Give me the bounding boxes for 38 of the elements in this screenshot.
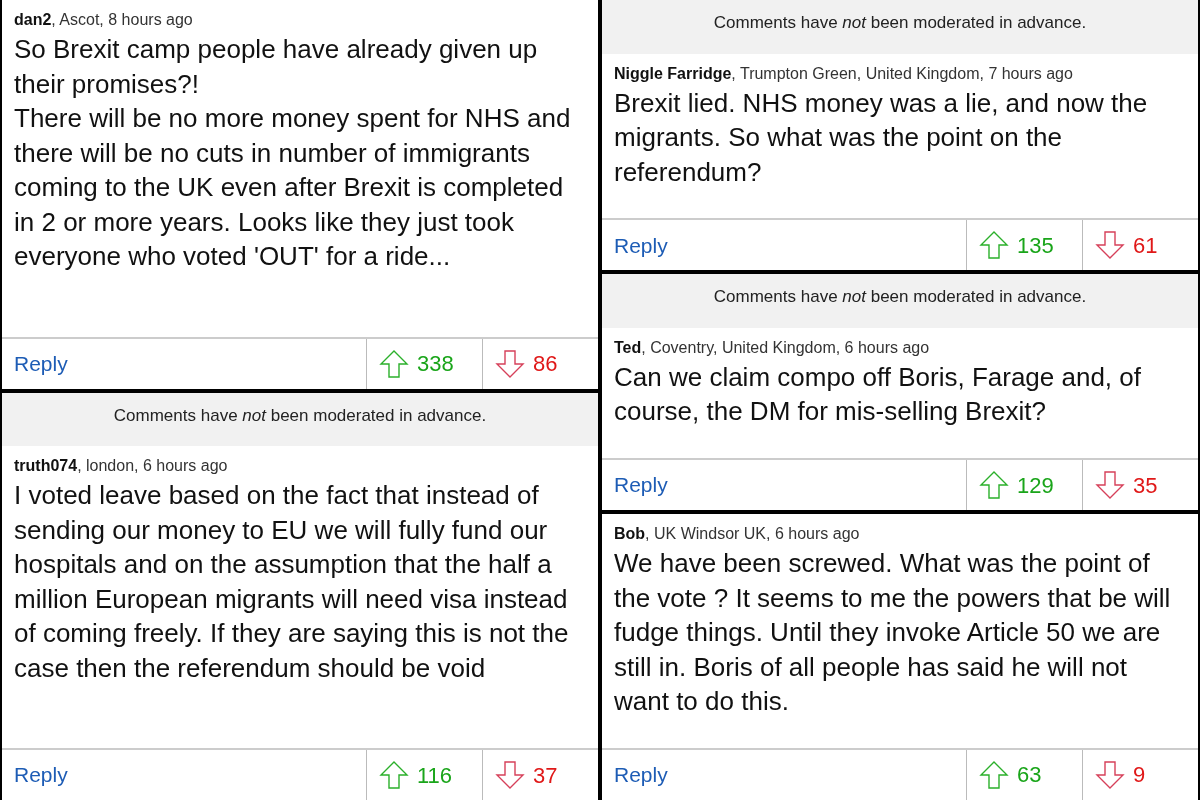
reply-link[interactable]: Reply — [602, 750, 966, 800]
downvote-button[interactable]: 37 — [482, 750, 588, 800]
upvote-button[interactable]: 63 — [966, 750, 1082, 800]
up-arrow-icon — [379, 760, 409, 790]
comment-text: Brexit lied. NHS money was a lie, and now the migrants. So what was the point on the referendum? — [613, 86, 1149, 189]
up-arrow-icon — [979, 230, 1009, 261]
down-arrow-icon — [1095, 470, 1125, 501]
down-arrow-icon — [495, 760, 525, 790]
up-arrow-icon — [979, 760, 1009, 790]
downvote-button[interactable]: 86 — [482, 338, 588, 389]
comment-text: We have been screwed. What was the point of the vote ? It seems to me the powers that be will fudge things. Until they invoke Article 50 we are still in. Boris of all people has said he will not want to do this. — [613, 547, 1172, 719]
down-arrow-icon — [1095, 760, 1125, 790]
downvote-button[interactable]: 35 — [1082, 460, 1188, 511]
reply-link[interactable]: Reply — [2, 338, 366, 389]
upvote-button[interactable]: 338 — [366, 338, 482, 389]
down-arrow-icon — [1095, 230, 1125, 261]
upvote-button[interactable]: 116 — [366, 750, 482, 800]
down-arrow-icon — [495, 348, 525, 379]
comment-meta: Niggle Farridge, Trumpton Green, United Kingdom, 7 hours ago — [613, 63, 1074, 84]
comment-meta: Ted, Coventry, United Kingdom, 6 hours ago — [613, 337, 931, 358]
comment-text: Can we claim compo off Boris, Farage and, of course, the DM for mis-selling Brexit? — [613, 360, 1142, 429]
reply-link[interactable]: Reply — [2, 750, 366, 800]
reply-link[interactable]: Reply — [602, 460, 966, 511]
comment-text: So Brexit camp people have already given up their promises?! There will be no more money spent for NHS and there will be no cuts in number of immigrants coming to the UK even after Brexit is completed in 2 or more years. Looks like they just took everyone who voted 'OUT' for a ride... — [13, 33, 572, 273]
up-arrow-icon — [379, 348, 409, 379]
comment-meta: Bob, UK Windsor UK, 6 hours ago — [613, 524, 861, 545]
moderation-notice: Comments have not been moderated in advance. — [2, 392, 598, 446]
comment-text: I voted leave based on the fact that instead of sending our money to EU we will fully fund our hospitals and on the assumption that the half a million European migrants will need visa instead of coming freely. If they are saying this is not the case then the referendum should be void — [13, 479, 570, 685]
reply-link[interactable]: Reply — [602, 220, 966, 271]
comment-meta: dan2, Ascot, 8 hours ago — [13, 10, 194, 30]
moderation-notice: Comments have not been moderated in advance. — [602, 274, 1198, 328]
up-arrow-icon — [979, 470, 1009, 501]
downvote-button[interactable]: 61 — [1082, 220, 1188, 271]
upvote-button[interactable]: 129 — [966, 460, 1082, 511]
comment-meta: truth074, london, 6 hours ago — [13, 456, 229, 476]
moderation-notice: Comments have not been moderated in advance. — [602, 0, 1198, 54]
upvote-button[interactable]: 135 — [966, 220, 1082, 271]
downvote-button[interactable]: 9 — [1082, 750, 1188, 800]
